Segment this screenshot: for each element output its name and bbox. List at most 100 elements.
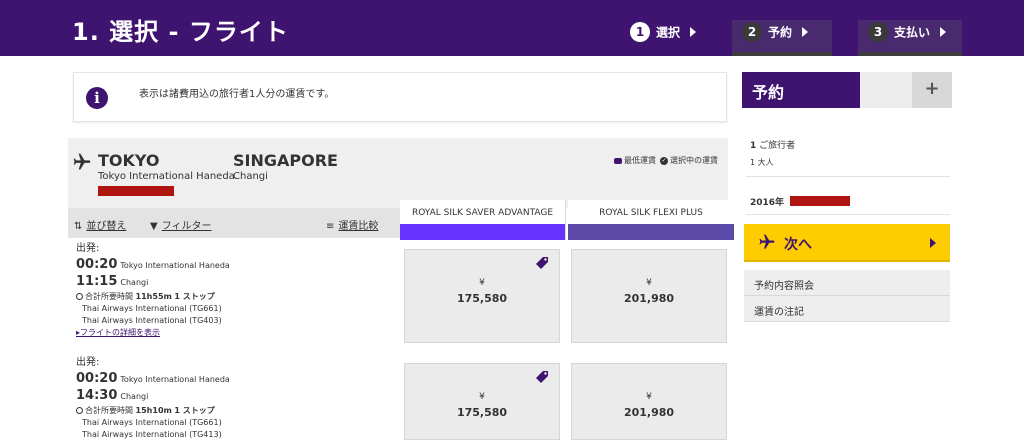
flight-row: 出発: 00:20 Tokyo International Haneda 14:3… [76,355,396,441]
origin-airport: Tokyo International Haneda [98,171,235,182]
destination-city: SINGAPORE [233,151,338,170]
step-label: 支払い [894,25,931,40]
duration-label: 合計所要時間 [85,406,133,415]
results-toolbar: ⇅ 並び替え ▼ フィルター ≡ 運賃比較 [68,208,400,238]
fare-option[interactable]: ¥ 175,580 [404,363,560,440]
flight-row: 出発: 00:20 Tokyo International Haneda 11:1… [76,241,396,339]
travel-year: 2016年 [750,198,785,208]
departure-airport: Tokyo International Haneda [120,375,230,384]
fare-option[interactable]: ¥ 175,580 [404,249,560,343]
divider [746,176,950,177]
fare-legend: 最低運賃 ✓ 選択中の運賃 [614,155,718,166]
stops: 1 ストップ [174,406,215,415]
arrival-airport: Changi [120,278,149,287]
adults-count: 1 大人 [750,158,774,167]
arrival-time: 14:30 [76,388,118,403]
travelers-label: ご旅行者 [759,141,796,151]
fare-option[interactable]: ¥ 201,980 [571,363,727,440]
fare-amount: 201,980 [623,406,675,419]
chevron-right-icon [690,27,697,37]
origin-city: TOKYO [98,151,160,170]
step-number: 2 [742,22,762,42]
departure-time: 00:20 [76,371,118,386]
filter-label: フィルター [161,221,212,232]
fare-column-label: ROYAL SILK FLEXI PLUS [599,208,703,218]
arrival-time: 11:15 [76,274,118,289]
segment: Thai Airways International (TG413) [82,430,222,439]
departure-label: 出発: [76,243,100,254]
reservation-title: 予約 [742,72,860,108]
currency: ¥ [479,278,485,288]
fare-option[interactable]: ¥ 201,980 [571,249,727,343]
clock-icon [76,293,83,300]
step-number: 1 [630,22,650,42]
reservation-header-gap [860,72,912,108]
legend-selected: 選択中の運賃 [670,156,718,165]
duration: 15h10m [135,406,172,415]
filter-button[interactable]: ▼ フィルター [150,217,212,232]
currency: ¥ [479,392,485,402]
plane-icon [73,153,91,170]
fare-amount: 175,580 [456,292,508,305]
duration-label: 合計所要時間 [85,292,133,301]
redacted-date [98,186,174,196]
check-icon: ✓ [660,156,668,165]
route-header: TOKYO Tokyo International Haneda SINGAPO… [68,138,728,208]
travelers-summary: 1 ご旅行者 [750,138,795,151]
arrival-airport: Changi [120,392,149,401]
sort-icon: ⇅ [74,221,83,232]
departure-airport: Tokyo International Haneda [120,261,230,270]
fare-amount: 175,580 [456,406,508,419]
sort-label: 並び替え [86,221,127,232]
step-label: 予約 [768,25,793,40]
step-payment[interactable]: 3 支払い [858,20,962,56]
info-icon: i [86,87,108,109]
fare-column-bar [400,224,565,240]
travelers-count: 1 [750,141,757,151]
duration: 11h55m [135,292,172,301]
divider [746,214,950,215]
stops: 1 ストップ [174,292,215,301]
step-number: 3 [868,22,888,42]
chevron-right-icon [802,27,809,37]
top-header: 1. 選択 - フライト 1 選択 2 予約 3 支払い [0,0,1024,56]
fare-column-bar [568,224,734,240]
coins-icon: ≡ [326,221,335,232]
fare-notes-link[interactable]: 運賃の注記 [744,296,950,322]
step-reserve[interactable]: 2 予約 [732,20,832,56]
next-button[interactable]: 次へ [744,224,950,262]
redacted-date [790,196,850,206]
flight-details-link[interactable]: ▸フライトの詳細を表示 [76,327,396,339]
destination-airport: Changi [233,171,268,182]
expand-button[interactable]: + [912,72,952,108]
booking-lookup-link[interactable]: 予約内容照会 [744,270,950,296]
legend-lowest: 最低運賃 [624,156,656,165]
fare-column-label: ROYAL SILK SAVER ADVANTAGE [411,208,554,218]
fare-column-saver: ROYAL SILK SAVER ADVANTAGE [400,200,566,240]
segment: Thai Airways International (TG403) [82,316,222,325]
currency: ¥ [646,278,652,288]
segment: Thai Airways International (TG661) [82,418,222,427]
sort-button[interactable]: ⇅ 並び替え [74,217,126,232]
compare-label: 運賃比較 [338,221,379,232]
step-label: 選択 [656,25,681,40]
compare-fares-button[interactable]: ≡ 運賃比較 [326,217,378,232]
segment: Thai Airways International (TG661) [82,304,222,313]
step-select[interactable]: 1 選択 [620,20,710,56]
clock-icon [76,407,83,414]
currency: ¥ [646,392,652,402]
lowest-fare-tag-icon [536,257,548,269]
tag-icon [614,157,622,164]
chevron-right-icon [930,238,936,248]
page-title: 1. 選択 - フライト [72,18,289,46]
fare-column-flexi: ROYAL SILK FLEXI PLUS [568,200,734,240]
next-button-label: 次へ [784,237,812,253]
plane-icon [759,234,775,249]
departure-label: 出発: [76,357,100,368]
chevron-right-icon [940,27,947,37]
filter-icon: ▼ [150,221,158,232]
info-notice: i 表示は諸費用込の旅行者1人分の運賃です。 [73,72,727,122]
fare-amount: 201,980 [623,292,675,305]
info-text: 表示は諸費用込の旅行者1人分の運賃です。 [139,89,335,100]
details-label: フライトの詳細を表示 [80,328,161,337]
